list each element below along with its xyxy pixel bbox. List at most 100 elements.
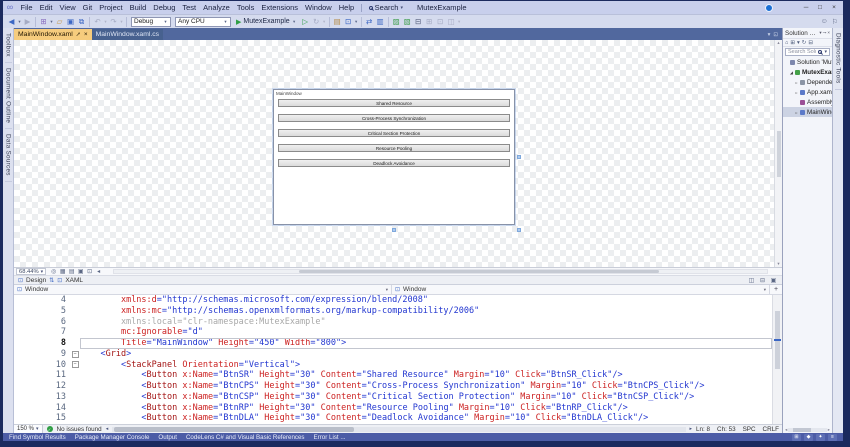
preview-button-cross-process-synchronization[interactable]: Cross-Process Synchronization <box>278 114 510 122</box>
breakpoint-margin[interactable] <box>14 306 34 317</box>
fold-margin[interactable] <box>70 370 80 381</box>
pin-icon[interactable]: ⊸ <box>74 30 83 39</box>
start-debugging-button[interactable]: ▶ MutexExample ▾ <box>233 18 300 26</box>
menu-item-project[interactable]: Project <box>96 1 126 14</box>
breadcrumb-right[interactable]: ⊡ Window ▾ <box>392 285 770 294</box>
close-button[interactable]: × <box>827 2 841 13</box>
scrollbar-thumb[interactable] <box>114 426 355 432</box>
home-icon[interactable]: ⌂ <box>785 40 788 46</box>
tool-strip-tab-toolbox[interactable]: Toolbox <box>4 28 12 63</box>
breakpoint-margin[interactable] <box>14 403 34 414</box>
xaml-code-editor[interactable]: 4 xmlns:d="http://schemas.microsoft.com/… <box>14 295 782 424</box>
menu-item-help[interactable]: Help <box>335 1 357 14</box>
horizontal-split-icon[interactable]: ⊟ <box>758 277 767 284</box>
feedback-smiley-icon[interactable]: ☺ <box>821 18 828 26</box>
preview-button-deadlock-avoidance[interactable]: Deadlock Avoidance <box>278 159 510 167</box>
eol-mode[interactable]: CRLF <box>763 426 779 433</box>
refresh-icon[interactable]: ↻ <box>802 40 807 46</box>
fold-margin[interactable] <box>70 338 80 349</box>
code-text[interactable]: Title="MainWindow" Height="450" Width="8… <box>80 338 772 349</box>
breakpoint-margin[interactable] <box>14 370 34 381</box>
chevron-down-icon[interactable]: ▾ <box>457 19 462 25</box>
breakpoint-margin[interactable] <box>14 349 34 360</box>
performance-profiler-icon[interactable]: ▤ <box>332 17 343 26</box>
fold-margin[interactable] <box>70 306 80 317</box>
zoom-fit-selection-icon[interactable]: ◎ <box>49 268 58 275</box>
expander-icon[interactable]: ▹ <box>794 80 799 85</box>
panel-tab-output[interactable]: Output <box>158 434 177 441</box>
fold-margin[interactable] <box>70 317 80 328</box>
tab-list-chevron-icon[interactable]: ▾ <box>768 32 771 38</box>
swap-panes-icon[interactable]: ⇅ <box>49 277 54 284</box>
editor-zoom-dropdown[interactable]: 150 % ▾ <box>14 425 43 433</box>
panel-tab-error-list[interactable]: Error List ... <box>314 434 346 441</box>
fold-margin[interactable] <box>70 327 80 338</box>
properties-window-icon[interactable]: ▧ <box>402 17 413 26</box>
tree-item-solution-mutexexample[interactable]: Solution 'MutexExample' <box>783 57 832 67</box>
designer-vertical-scrollbar[interactable]: ▴ ▾ <box>774 40 782 267</box>
fold-margin[interactable] <box>70 392 80 403</box>
scroll-right-icon[interactable]: ▸ <box>828 427 830 433</box>
doc-tab-mainwindow-xaml[interactable]: MainWindow.xaml ⊸ × <box>14 29 92 40</box>
bookmark-icon[interactable]: ⊟ <box>413 17 424 26</box>
tree-item-mainwindow-xaml[interactable]: ▹MainWindow.xaml <box>783 107 832 117</box>
collapse-icon[interactable]: − <box>71 361 79 369</box>
window-position-icon[interactable]: ▾ <box>819 30 821 36</box>
navigate-back-icon[interactable]: ◀ <box>6 17 17 26</box>
panel-grid-icon[interactable]: ⊞ <box>792 433 801 441</box>
char-position[interactable]: Ch: 53 <box>717 426 736 433</box>
menu-item-extensions[interactable]: Extensions <box>258 1 302 14</box>
code-text[interactable]: <StackPanel Orientation="Vertical"> <box>80 360 772 371</box>
resize-handle-bottom[interactable] <box>392 228 396 232</box>
designer-horizontal-scrollbar[interactable] <box>113 269 768 274</box>
zoom-level-dropdown[interactable]: 68.44% ▾ <box>16 268 47 275</box>
close-icon[interactable]: × <box>827 30 830 36</box>
code-text[interactable]: <Button x:Name="BtnSR" Height="30" Conte… <box>80 370 772 381</box>
code-text[interactable]: mc:Ignorable="d" <box>80 327 772 338</box>
chevron-down-icon[interactable]: ▾ <box>119 19 124 25</box>
redo-icon[interactable]: ↷ <box>108 17 119 26</box>
tree-item-assemblyinfo-cs[interactable]: AssemblyInfo.cs <box>783 97 832 107</box>
code-text[interactable]: <Button x:Name="BtnRP" Height="30" Conte… <box>80 403 772 414</box>
menu-item-analyze[interactable]: Analyze <box>200 1 234 14</box>
expander-icon[interactable]: ◢ <box>789 70 794 75</box>
panel-tab-package-manager-console[interactable]: Package Manager Console <box>75 434 150 441</box>
menu-item-tools[interactable]: Tools <box>233 1 258 14</box>
undo-icon[interactable]: ↶ <box>92 17 103 26</box>
vertical-split-icon[interactable]: ◫ <box>747 277 756 284</box>
save-all-icon[interactable]: ⧉ <box>76 17 87 27</box>
feedback-flag-icon[interactable]: ⚐ <box>832 18 838 26</box>
menu-item-edit[interactable]: Edit <box>36 1 56 14</box>
breakpoint-margin[interactable] <box>14 327 34 338</box>
tool-strip-tab-document-outline[interactable]: Document Outline <box>4 63 12 130</box>
show-annotations-icon[interactable]: ⊡ <box>85 268 94 275</box>
tree-item-mutexexample[interactable]: ◢MutexExample <box>783 67 832 77</box>
design-preview-window[interactable]: MainWindow Shared Resource Cross-Process … <box>273 89 515 225</box>
breakpoint-margin[interactable] <box>14 360 34 371</box>
expander-icon[interactable]: ▹ <box>794 110 799 115</box>
float-pane-icon[interactable]: ⊡ <box>773 32 778 38</box>
menu-item-window[interactable]: Window <box>302 1 336 14</box>
scroll-left-icon[interactable]: ◂ <box>785 427 787 433</box>
xaml-tab[interactable]: XAML <box>65 277 83 284</box>
resize-handle-corner[interactable] <box>517 228 521 232</box>
navigate-backward-group-icon[interactable]: ⊡ <box>435 17 446 26</box>
menu-icon[interactable]: ≡ <box>828 433 837 441</box>
maximize-button[interactable]: □ <box>813 2 827 13</box>
issues-status-label[interactable]: No issues found <box>57 426 102 433</box>
designer-scroll-left-icon[interactable]: ◂ <box>94 268 103 275</box>
line-position[interactable]: Ln: 8 <box>696 426 710 433</box>
preview-button-resource-pooling[interactable]: Resource Pooling <box>278 144 510 152</box>
add-pane-button[interactable]: + <box>770 286 782 293</box>
find-in-files-icon[interactable]: ⇄ <box>364 17 375 26</box>
panel-tab-find-symbol-results[interactable]: Find Symbol Results <box>9 434 66 441</box>
hot-reload-icon[interactable]: ↻ <box>311 17 322 26</box>
panel-tab-codelens-c-and-visual-basic-references[interactable]: CodeLens C# and Visual Basic References <box>186 434 305 441</box>
design-tab[interactable]: Design <box>26 277 46 284</box>
open-file-icon[interactable]: ▱ <box>54 17 65 26</box>
fold-margin[interactable]: − <box>70 349 80 360</box>
breakpoint-margin[interactable] <box>14 295 34 306</box>
menu-item-view[interactable]: View <box>56 1 79 14</box>
solution-explorer-view-icon[interactable]: ▥ <box>375 17 386 26</box>
close-icon[interactable]: × <box>84 31 88 38</box>
